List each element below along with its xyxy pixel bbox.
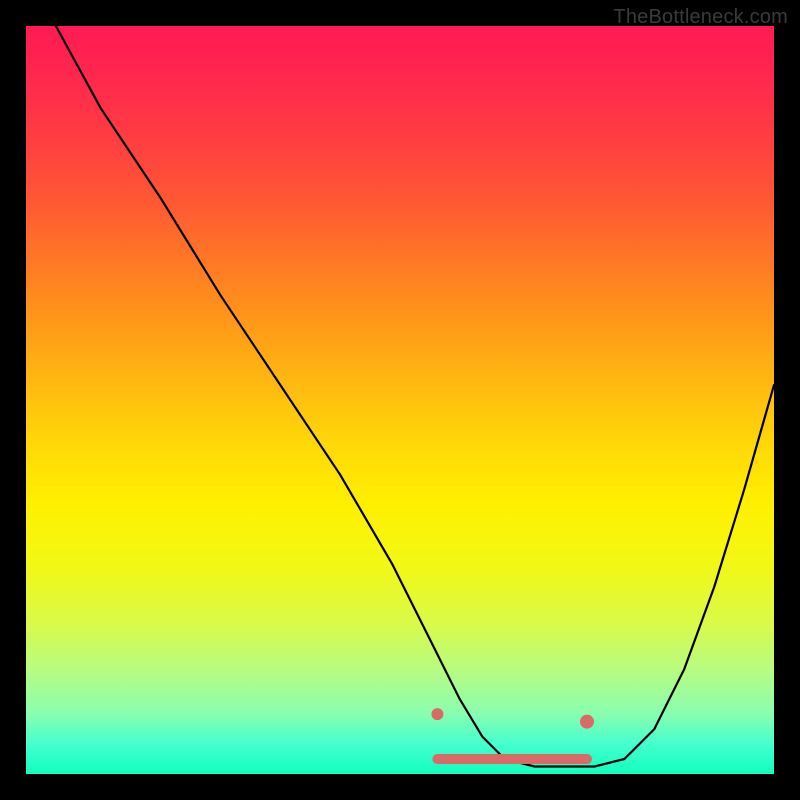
chart-svg: [26, 26, 774, 774]
marker-left: [431, 708, 443, 720]
marker-right: [580, 715, 594, 729]
chart-plot-area: [26, 26, 774, 774]
bottleneck-curve: [56, 26, 774, 767]
watermark-text: TheBottleneck.com: [613, 6, 788, 29]
